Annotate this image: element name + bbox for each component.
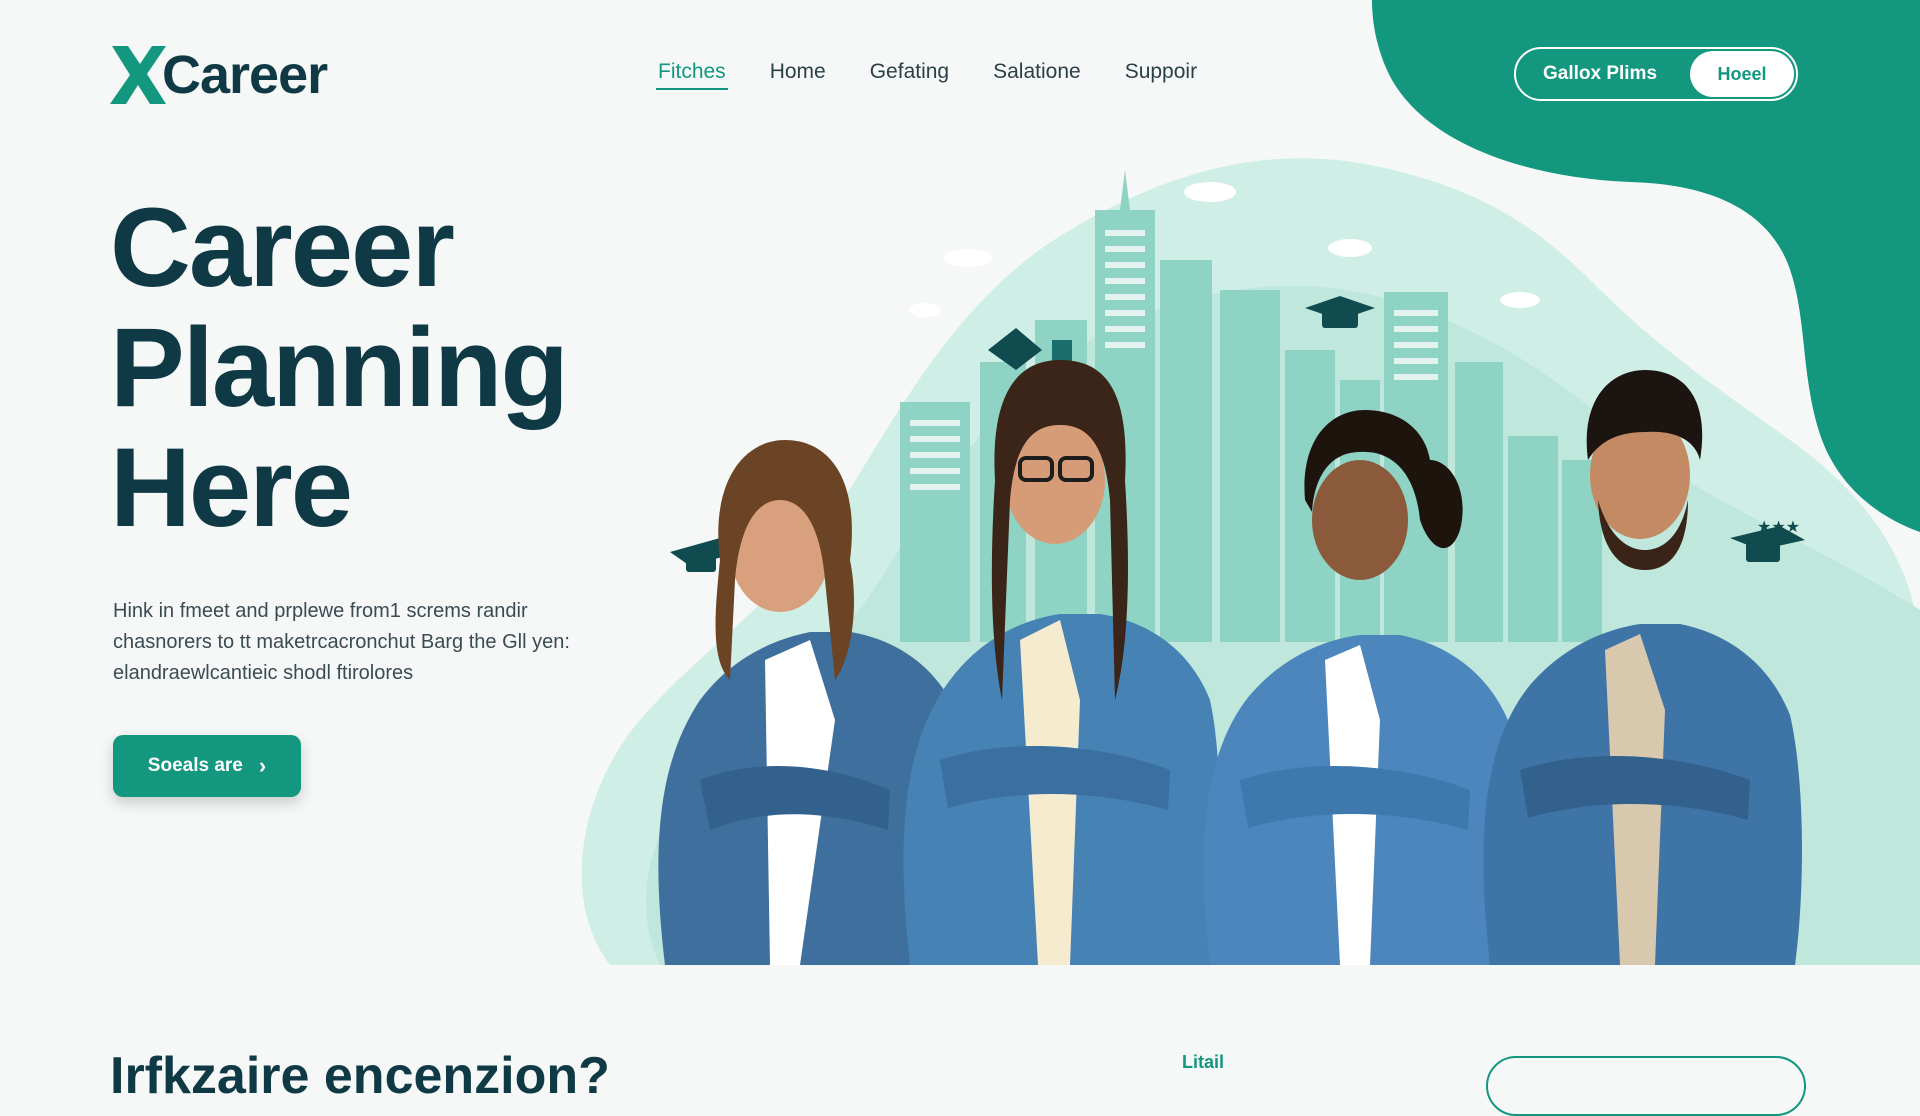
hero-cta-button[interactable]: Soeals are › bbox=[113, 735, 301, 797]
nav-item-fitches[interactable]: Fitches bbox=[656, 60, 728, 90]
hero-cta-label: Soeals are bbox=[147, 755, 243, 776]
chevron-right-icon: › bbox=[258, 753, 267, 778]
hero-title-line: Here bbox=[110, 425, 353, 550]
header-action-group: Gallox Plims Hoeel bbox=[1514, 47, 1798, 101]
logo-x-icon bbox=[110, 46, 166, 104]
nav-item-salatione[interactable]: Salatione bbox=[993, 60, 1081, 90]
main-nav: Fitches Home Gefating Salatione Suppoir bbox=[656, 60, 1197, 90]
hero-description: Hink in fmeet and prplewe from1 screms r… bbox=[113, 600, 570, 684]
section-label: Litail bbox=[1182, 1052, 1225, 1072]
hero-title-line: Planning bbox=[110, 305, 569, 430]
section-outline-button[interactable] bbox=[1486, 1056, 1806, 1116]
star-icon: ★★★ bbox=[1757, 517, 1800, 536]
nav-item-gefating[interactable]: Gefating bbox=[870, 60, 949, 90]
brand-logo[interactable]: Career bbox=[110, 44, 328, 106]
hero-title-line: Career bbox=[110, 185, 455, 310]
header-secondary-button[interactable]: Hoeel bbox=[1690, 51, 1794, 97]
nav-item-suppoir[interactable]: Suppoir bbox=[1125, 60, 1197, 90]
logo-text: Career bbox=[162, 45, 328, 105]
svg-text:★★★: ★★★ bbox=[1757, 517, 1800, 536]
nav-item-home[interactable]: Home bbox=[770, 60, 826, 90]
hero-illustration: ★★★ bbox=[581, 158, 1920, 965]
hero-title: Career Planning Here bbox=[110, 185, 569, 550]
section-heading: Irfkzaire encenzion? bbox=[110, 1047, 610, 1105]
header-primary-button[interactable]: Gallox Plims bbox=[1516, 49, 1684, 99]
